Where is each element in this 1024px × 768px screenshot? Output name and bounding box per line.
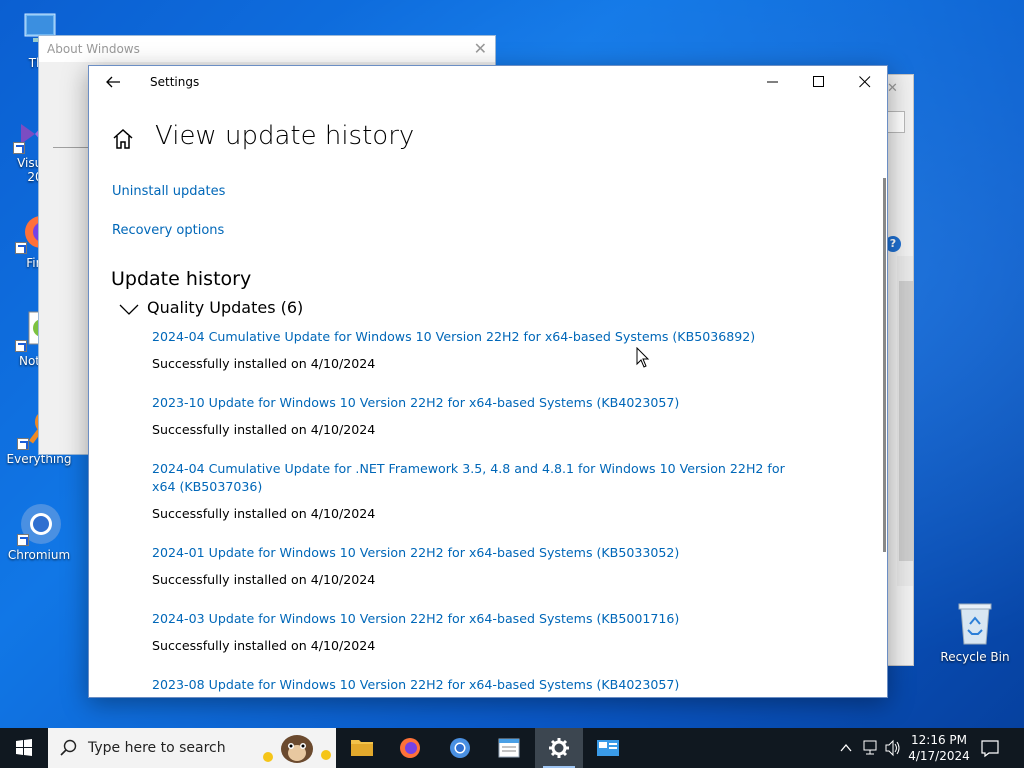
settings-window[interactable]: Settings View update history Uninstall u… <box>88 65 888 698</box>
back-arrow-icon[interactable] <box>103 72 123 92</box>
maximize-button[interactable] <box>796 66 842 98</box>
shortcut-arrow-icon <box>17 534 29 546</box>
search-placeholder: Type here to search <box>88 740 226 756</box>
window-title: Settings <box>150 75 200 89</box>
update-item: 2023-10 Update for Windows 10 Version 22… <box>152 394 812 460</box>
chevron-down-icon <box>119 304 139 315</box>
start-button[interactable] <box>0 728 48 768</box>
about-windows-title: About Windows <box>47 42 140 56</box>
update-title-link[interactable]: 2024-01 Update for Windows 10 Version 22… <box>152 544 812 562</box>
chromium-icon <box>17 502 61 546</box>
clock-date: 4/17/2024 <box>908 749 970 763</box>
update-status: Successfully installed on 4/10/2024 <box>152 572 376 587</box>
about-windows-titlebar: About Windows ✕ <box>39 36 495 62</box>
home-icon[interactable] <box>111 127 135 151</box>
show-hidden-icons[interactable] <box>838 728 854 768</box>
search-highlight-icon <box>260 729 334 767</box>
minimize-icon <box>767 81 778 83</box>
firefox-icon <box>400 738 420 758</box>
update-status: Successfully installed on 4/10/2024 <box>152 422 376 437</box>
taskbar-control-panel[interactable] <box>584 728 632 768</box>
taskbar-notepad[interactable] <box>485 728 533 768</box>
close-icon[interactable]: ✕ <box>887 81 898 96</box>
mouse-cursor-icon <box>636 346 650 373</box>
update-status: Successfully installed on 4/10/2024 <box>152 356 376 371</box>
update-item: 2024-01 Update for Windows 10 Version 22… <box>152 544 812 610</box>
scrollbar[interactable] <box>883 178 886 552</box>
desktop-icon-label: Chromium <box>7 548 71 562</box>
quality-updates-group-header[interactable]: Quality Updates (6) <box>119 298 303 317</box>
taskbar: Type here to search 12:16 PM 4/17/2024 <box>0 728 1024 768</box>
maximize-icon <box>813 76 824 87</box>
page-title: View update history <box>155 121 415 151</box>
chevron-up-icon <box>840 743 852 752</box>
close-icon[interactable]: ✕ <box>474 39 487 58</box>
update-title-link[interactable]: 2023-08 Update for Windows 10 Version 22… <box>152 676 812 694</box>
taskbar-firefox[interactable] <box>386 728 434 768</box>
shortcut-arrow-icon <box>17 438 29 450</box>
recycle-bin-label: Recycle Bin <box>940 650 1010 664</box>
update-item: 2024-04 Cumulative Update for Windows 10… <box>152 328 812 394</box>
recycle-bin-icon <box>953 600 997 646</box>
close-button[interactable] <box>842 66 887 98</box>
notepad-icon <box>498 738 520 758</box>
taskbar-file-explorer[interactable] <box>338 728 386 768</box>
taskbar-chromium[interactable] <box>436 728 484 768</box>
divider <box>53 147 93 148</box>
update-list: 2024-04 Cumulative Update for Windows 10… <box>152 328 812 694</box>
update-status: Successfully installed on 4/10/2024 <box>152 506 376 521</box>
network-icon[interactable] <box>862 728 880 768</box>
group-label: Quality Updates (6) <box>147 298 304 317</box>
shortcut-arrow-icon <box>15 242 27 254</box>
update-status: Successfully installed on 4/10/2024 <box>152 638 376 653</box>
desktop-icon-recycle-bin[interactable]: Recycle Bin <box>938 600 1012 664</box>
control-panel-icon <box>597 740 619 756</box>
taskbar-clock[interactable]: 12:16 PM 4/17/2024 <box>902 732 976 764</box>
update-item: 2024-04 Cumulative Update for .NET Frame… <box>152 460 812 544</box>
taskbar-settings[interactable] <box>535 728 583 768</box>
folder-icon <box>351 740 373 756</box>
chromium-icon <box>450 738 470 758</box>
update-title-link[interactable]: 2024-04 Cumulative Update for Windows 10… <box>152 328 812 346</box>
scrollbar-thumb[interactable] <box>899 281 913 561</box>
update-title-link[interactable]: 2023-10 Update for Windows 10 Version 22… <box>152 394 812 412</box>
search-box[interactable]: Type here to search <box>48 728 336 768</box>
search-icon <box>60 739 77 756</box>
volume-icon[interactable] <box>884 728 902 768</box>
recovery-options-link[interactable]: Recovery options <box>112 223 224 238</box>
gear-icon <box>549 738 569 758</box>
update-title-link[interactable]: 2024-04 Cumulative Update for .NET Frame… <box>152 460 812 496</box>
windows-logo-icon <box>16 739 32 756</box>
shortcut-arrow-icon <box>15 340 27 352</box>
close-icon <box>859 76 871 88</box>
clock-time: 12:16 PM <box>911 733 967 747</box>
minimize-button[interactable] <box>750 66 796 98</box>
action-center-icon[interactable] <box>980 738 1000 762</box>
update-item: 2023-08 Update for Windows 10 Version 22… <box>152 676 812 694</box>
shortcut-arrow-icon <box>13 142 25 154</box>
update-item: 2024-03 Update for Windows 10 Version 22… <box>152 610 812 676</box>
desktop-icon-chromium[interactable]: Chromium <box>2 502 76 562</box>
update-title-link[interactable]: 2024-03 Update for Windows 10 Version 22… <box>152 610 812 628</box>
uninstall-updates-link[interactable]: Uninstall updates <box>112 184 225 199</box>
section-title: Update history <box>111 268 252 290</box>
titlebar: Settings <box>89 66 887 98</box>
